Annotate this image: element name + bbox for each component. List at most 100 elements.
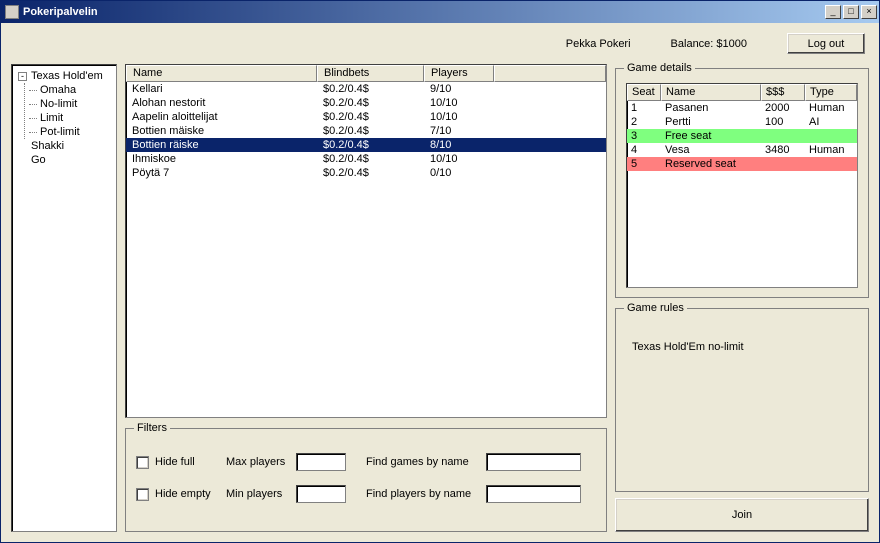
- username-label: Pekka Pokeri: [566, 38, 631, 50]
- seat-type: [805, 129, 857, 143]
- game-blind: $0.2/0.4$: [317, 166, 424, 180]
- seat-row[interactable]: 5Reserved seat: [627, 157, 857, 171]
- games-row[interactable]: Kellari$0.2/0.4$9/10: [126, 82, 606, 96]
- game-name: Kellari: [126, 82, 317, 96]
- header-bar: Pekka Pokeri Balance: $1000 Log out: [11, 31, 869, 64]
- game-type-tree[interactable]: -Texas Hold'em Omaha No-limit Limit Pot-…: [11, 64, 117, 532]
- game-players: 9/10: [424, 82, 494, 96]
- checkbox-icon: [136, 488, 149, 501]
- games-header-players[interactable]: Players: [424, 65, 494, 82]
- seat-money: 100: [761, 115, 805, 129]
- tree-node-limit[interactable]: Limit: [31, 111, 114, 125]
- tree-node-omaha[interactable]: Omaha: [31, 83, 114, 97]
- seat-header-name[interactable]: Name: [661, 84, 761, 101]
- window-title: Pokeripalvelin: [23, 6, 98, 18]
- games-row[interactable]: Bottien räiske$0.2/0.4$8/10: [126, 138, 606, 152]
- hide-empty-checkbox[interactable]: Hide empty: [136, 488, 226, 501]
- seat-money: 3480: [761, 143, 805, 157]
- games-row[interactable]: Pöytä 7$0.2/0.4$0/10: [126, 166, 606, 180]
- tree-node-nolimit[interactable]: No-limit: [31, 97, 114, 111]
- max-players-label: Max players: [226, 456, 296, 468]
- seat-num: 5: [627, 157, 661, 171]
- games-header-name[interactable]: Name: [126, 65, 317, 82]
- checkbox-icon: [136, 456, 149, 469]
- app-window: Pokeripalvelin _ □ × Pekka Pokeri Balanc…: [0, 0, 880, 543]
- seat-type: AI: [805, 115, 857, 129]
- logout-button[interactable]: Log out: [787, 33, 865, 54]
- game-players: 10/10: [424, 152, 494, 166]
- game-name: Aapelin aloittelijat: [126, 110, 317, 124]
- seat-row[interactable]: 2Pertti100AI: [627, 115, 857, 129]
- seat-table[interactable]: Seat Name $$$ Type 1Pasanen2000Human2Per…: [626, 83, 858, 288]
- games-row[interactable]: Alohan nestorit$0.2/0.4$10/10: [126, 96, 606, 110]
- max-players-input[interactable]: [296, 453, 346, 471]
- tree-node-shakki[interactable]: Shakki: [14, 139, 114, 153]
- game-blind: $0.2/0.4$: [317, 138, 424, 152]
- seat-type: Human: [805, 101, 857, 115]
- games-header-spacer: [494, 65, 606, 82]
- seat-name: Pasanen: [661, 101, 761, 115]
- games-row[interactable]: Aapelin aloittelijat$0.2/0.4$10/10: [126, 110, 606, 124]
- seat-num: 3: [627, 129, 661, 143]
- games-row[interactable]: Bottien mäiske$0.2/0.4$7/10: [126, 124, 606, 138]
- seat-row[interactable]: 4Vesa3480Human: [627, 143, 857, 157]
- tree-node-potlimit[interactable]: Pot-limit: [31, 125, 114, 139]
- game-players: 10/10: [424, 110, 494, 124]
- seat-money: 2000: [761, 101, 805, 115]
- seat-name: Free seat: [661, 129, 761, 143]
- rules-legend: Game rules: [624, 302, 687, 314]
- game-name: Bottien mäiske: [126, 124, 317, 138]
- seat-money: [761, 129, 805, 143]
- game-name: Bottien räiske: [126, 138, 317, 152]
- details-legend: Game details: [624, 62, 695, 74]
- seat-header-seat[interactable]: Seat: [627, 84, 661, 101]
- seat-num: 4: [627, 143, 661, 157]
- balance-label: Balance: $1000: [671, 38, 747, 50]
- game-players: 7/10: [424, 124, 494, 138]
- tree-node-texasholdem[interactable]: -Texas Hold'em: [14, 69, 114, 83]
- game-name: Alohan nestorit: [126, 96, 317, 110]
- find-games-input[interactable]: [486, 453, 581, 471]
- game-name: Ihmiskoe: [126, 152, 317, 166]
- seat-name: Vesa: [661, 143, 761, 157]
- game-details-group: Game details Seat Name $$$ Type 1Pasanen…: [615, 68, 869, 298]
- minimize-button[interactable]: _: [825, 5, 841, 19]
- filters-group: Filters Hide full Max players Find games…: [125, 428, 607, 532]
- seat-num: 2: [627, 115, 661, 129]
- game-blind: $0.2/0.4$: [317, 82, 424, 96]
- min-players-label: Min players: [226, 488, 296, 500]
- seat-type: Human: [805, 143, 857, 157]
- maximize-button[interactable]: □: [843, 5, 859, 19]
- seat-money: [761, 157, 805, 171]
- game-blind: $0.2/0.4$: [317, 124, 424, 138]
- games-header-blindbets[interactable]: Blindbets: [317, 65, 424, 82]
- join-button[interactable]: Join: [615, 498, 869, 532]
- filters-legend: Filters: [134, 422, 170, 434]
- tree-node-go[interactable]: Go: [14, 153, 114, 167]
- titlebar: Pokeripalvelin _ □ ×: [1, 1, 879, 23]
- find-players-input[interactable]: [486, 485, 581, 503]
- seat-type: [805, 157, 857, 171]
- games-table[interactable]: Name Blindbets Players Kellari$0.2/0.4$9…: [125, 64, 607, 418]
- hide-full-checkbox[interactable]: Hide full: [136, 456, 226, 469]
- game-players: 0/10: [424, 166, 494, 180]
- min-players-input[interactable]: [296, 485, 346, 503]
- game-players: 8/10: [424, 138, 494, 152]
- seat-header-type[interactable]: Type: [805, 84, 857, 101]
- rules-text: Texas Hold'Em no-limit: [626, 323, 858, 371]
- game-name: Pöytä 7: [126, 166, 317, 180]
- seat-name: Reserved seat: [661, 157, 761, 171]
- find-players-label: Find players by name: [366, 488, 486, 500]
- games-row[interactable]: Ihmiskoe$0.2/0.4$10/10: [126, 152, 606, 166]
- seat-num: 1: [627, 101, 661, 115]
- tree-toggle-icon[interactable]: -: [18, 72, 27, 81]
- seat-row[interactable]: 3Free seat: [627, 129, 857, 143]
- seat-header-money[interactable]: $$$: [761, 84, 805, 101]
- game-players: 10/10: [424, 96, 494, 110]
- seat-name: Pertti: [661, 115, 761, 129]
- game-blind: $0.2/0.4$: [317, 96, 424, 110]
- close-button[interactable]: ×: [861, 5, 877, 19]
- seat-row[interactable]: 1Pasanen2000Human: [627, 101, 857, 115]
- game-blind: $0.2/0.4$: [317, 110, 424, 124]
- find-games-label: Find games by name: [366, 456, 486, 468]
